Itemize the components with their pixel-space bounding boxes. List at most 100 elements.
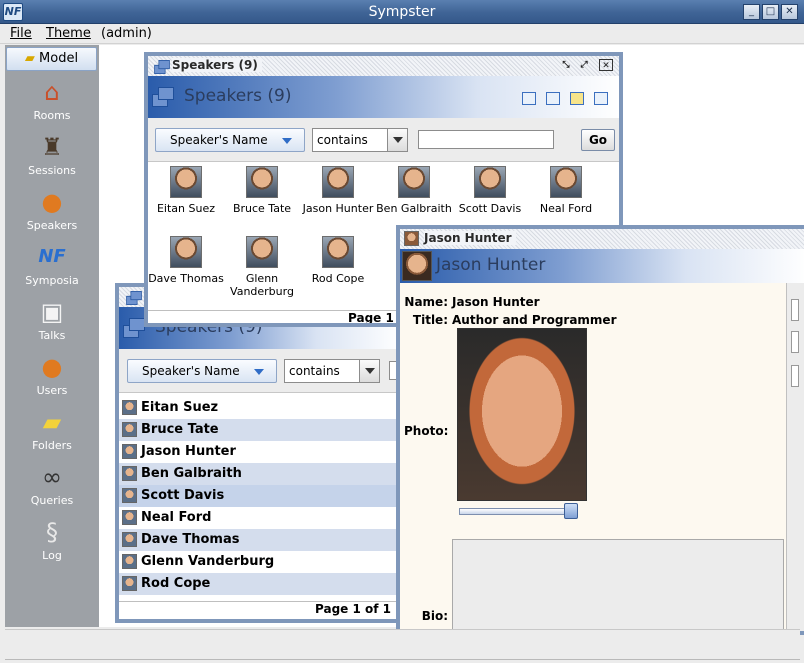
toolbar-button[interactable] bbox=[791, 299, 799, 321]
maximize-icon[interactable]: □ bbox=[762, 4, 779, 20]
sidebar-item-rooms[interactable]: ⌂ Rooms bbox=[5, 76, 99, 131]
page-indicator: Page 1 of 1 bbox=[119, 601, 401, 619]
photo-zoom-slider[interactable] bbox=[459, 508, 577, 515]
menu-theme[interactable]: Theme bbox=[46, 26, 91, 41]
speaker-tile[interactable]: Neal Ford bbox=[528, 166, 604, 215]
avatar bbox=[122, 532, 137, 547]
speaker-detail-form: Name: Jason Hunter Title: Author and Pro… bbox=[400, 283, 786, 631]
user-person-icon: ● bbox=[41, 353, 63, 381]
list-item-label: Jason Hunter bbox=[141, 444, 236, 459]
sidebar-header-model[interactable]: ▰ Model bbox=[6, 47, 97, 71]
speaker-tile[interactable]: Eitan Suez bbox=[148, 166, 224, 215]
sidebar-header-label: Model bbox=[39, 51, 79, 66]
icon-view-icon[interactable] bbox=[570, 92, 584, 105]
avatar bbox=[170, 236, 202, 268]
name-label: Name: bbox=[404, 295, 448, 309]
sidebar-item-label: Log bbox=[42, 549, 62, 562]
sidebar-item-talks[interactable]: ▣ Talks bbox=[5, 296, 99, 351]
speaker-photo bbox=[457, 328, 587, 501]
list-item[interactable]: Ben Galbraith bbox=[119, 463, 401, 485]
speaker-name: Ben Galbraith bbox=[376, 202, 452, 215]
speaker-tile[interactable]: Bruce Tate bbox=[224, 166, 300, 215]
slider-thumb[interactable] bbox=[564, 503, 579, 519]
sidebar-item-users[interactable]: ● Users bbox=[5, 351, 99, 406]
avatar bbox=[122, 554, 137, 569]
bio-textarea[interactable] bbox=[452, 539, 784, 631]
search-input[interactable] bbox=[418, 130, 554, 149]
toolbar-button[interactable] bbox=[791, 365, 799, 387]
list-item[interactable]: Glenn Vanderburg bbox=[119, 551, 401, 573]
speaker-detail-window[interactable]: Jason Hunter Jason Hunter Name: Jason Hu… bbox=[396, 225, 804, 635]
menubar: File Theme (admin) bbox=[0, 24, 804, 44]
speaker-person-icon: ● bbox=[41, 188, 63, 216]
avatar bbox=[322, 166, 354, 198]
speaker-name: Dave Thomas bbox=[148, 272, 224, 285]
chevron-down-icon bbox=[282, 138, 292, 144]
list-item[interactable]: Eitan Suez bbox=[119, 397, 401, 419]
chevron-down-icon[interactable] bbox=[359, 360, 379, 382]
field-dropdown-label: Speaker's Name bbox=[170, 133, 268, 147]
menu-file[interactable]: File bbox=[10, 26, 32, 41]
speakers-list-searchbar: Speaker's Name contains bbox=[119, 349, 401, 393]
operator-combo[interactable]: contains bbox=[312, 128, 408, 152]
operator-value: contains bbox=[317, 133, 368, 147]
list-item[interactable]: Bruce Tate bbox=[119, 419, 401, 441]
toolbar-button[interactable] bbox=[791, 331, 799, 353]
speakers-grid-heading: Speakers (9) bbox=[184, 86, 292, 106]
go-button[interactable]: Go bbox=[581, 129, 615, 151]
speaker-tile[interactable]: Ben Galbraith bbox=[376, 166, 452, 215]
avatar bbox=[122, 488, 137, 503]
minimize-icon[interactable]: _ bbox=[743, 4, 760, 20]
speakers-grid-titlebar[interactable]: Speakers (9) ⤡ ⤢ ✕ bbox=[148, 56, 619, 76]
window-icon bbox=[123, 318, 145, 338]
avatar bbox=[398, 166, 430, 198]
minimize-window-icon[interactable]: ⤡ bbox=[559, 59, 573, 71]
sidebar-item-log[interactable]: § Log bbox=[5, 516, 99, 571]
speaker-name: Eitan Suez bbox=[156, 202, 216, 215]
name-value: Jason Hunter bbox=[452, 295, 540, 309]
avatar bbox=[246, 166, 278, 198]
sidebar-item-sessions[interactable]: ♜ Sessions bbox=[5, 131, 99, 186]
menu-user[interactable]: (admin) bbox=[101, 26, 152, 41]
speaker-detail-heading: Jason Hunter bbox=[436, 255, 546, 275]
sidebar-item-speakers[interactable]: ● Speakers bbox=[5, 186, 99, 241]
list-item[interactable]: Rod Cope bbox=[119, 573, 401, 595]
operator-combo[interactable]: contains bbox=[284, 359, 380, 383]
title-label: Title: bbox=[412, 313, 448, 327]
speaker-detail-titlebar[interactable]: Jason Hunter bbox=[400, 229, 804, 249]
field-dropdown-button[interactable]: Speaker's Name bbox=[127, 359, 277, 383]
list-item-label: Dave Thomas bbox=[141, 532, 240, 547]
sidebar-item-symposia[interactable]: NF Symposia bbox=[5, 241, 99, 296]
list-item[interactable]: Scott Davis bbox=[119, 485, 401, 507]
chevron-down-icon[interactable] bbox=[387, 129, 407, 151]
sidebar-item-label: Speakers bbox=[26, 219, 78, 232]
field-dropdown-button[interactable]: Speaker's Name bbox=[155, 128, 305, 152]
status-bar bbox=[5, 629, 800, 660]
speaker-tile[interactable]: Jason Hunter bbox=[300, 166, 376, 215]
list-item[interactable]: Dave Thomas bbox=[119, 529, 401, 551]
speaker-tile[interactable]: Glenn Vanderburg bbox=[224, 236, 300, 298]
list-item-label: Scott Davis bbox=[141, 488, 225, 503]
columns-view-icon[interactable] bbox=[594, 92, 608, 105]
folder-icon: ▰ bbox=[24, 51, 35, 66]
maximize-window-icon[interactable]: ⤢ bbox=[577, 59, 591, 71]
avatar bbox=[550, 166, 582, 198]
list-view-icon[interactable] bbox=[522, 92, 536, 105]
table-view-icon[interactable] bbox=[546, 92, 560, 105]
sidebar-item-queries[interactable]: ∞ Queries bbox=[5, 461, 99, 516]
speaker-name: Jason Hunter bbox=[302, 202, 374, 215]
speaker-tile[interactable]: Dave Thomas bbox=[148, 236, 224, 285]
speakers-list-window[interactable]: Speakers (9) Speaker's Name contains Eit… bbox=[115, 283, 405, 623]
speaker-name: Scott Davis bbox=[458, 202, 522, 215]
speaker-detail-window-title: Jason Hunter bbox=[424, 231, 516, 245]
side-toolbar bbox=[786, 283, 804, 631]
speaker-tile[interactable]: Scott Davis bbox=[452, 166, 528, 215]
app-titlebar[interactable]: NF Sympster _ □ ✕ bbox=[0, 0, 804, 24]
close-window-icon[interactable]: ✕ bbox=[599, 59, 613, 71]
speaker-tile[interactable]: Rod Cope bbox=[300, 236, 376, 285]
sidebar-item-folders[interactable]: ▰ Folders bbox=[5, 406, 99, 461]
list-item[interactable]: Jason Hunter bbox=[119, 441, 401, 463]
list-item[interactable]: Neal Ford bbox=[119, 507, 401, 529]
speaker-detail-header: Jason Hunter bbox=[400, 249, 804, 283]
close-icon[interactable]: ✕ bbox=[781, 4, 798, 20]
